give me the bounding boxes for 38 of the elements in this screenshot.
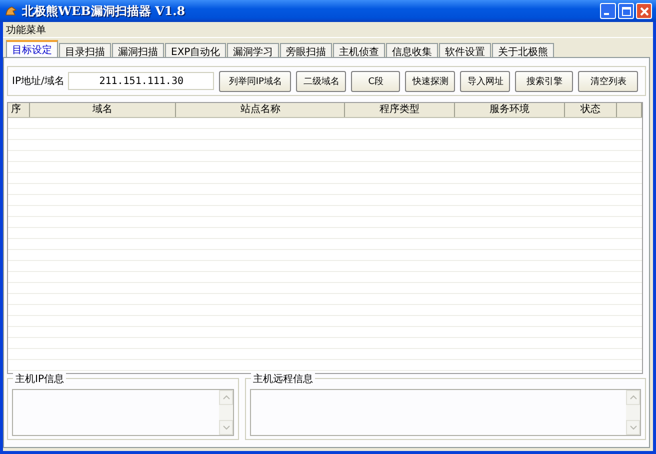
tab[interactable]: 漏洞扫描 (112, 43, 164, 58)
minimize-button[interactable] (600, 3, 616, 19)
info-text-area[interactable] (250, 389, 641, 436)
tab[interactable]: 信息收集 (386, 43, 438, 58)
close-icon (640, 6, 648, 16)
action-button[interactable]: 列举同IP域名 (219, 70, 292, 92)
target-field[interactable]: 211.151.111.30 (68, 72, 214, 90)
maximize-button[interactable] (618, 3, 634, 19)
group-title: 主机远程信息 (251, 372, 315, 386)
column-header[interactable]: 域名 (30, 103, 176, 117)
tab[interactable]: 旁眼扫描 (280, 43, 332, 58)
action-button[interactable]: C段 (351, 70, 400, 92)
scrollbar[interactable] (626, 390, 640, 435)
column-header[interactable]: 序 (8, 103, 30, 117)
group-title: 主机IP信息 (13, 372, 66, 386)
column-header[interactable]: 站点名称 (176, 103, 346, 117)
maximize-icon (622, 6, 630, 16)
column-header[interactable]: 状态 (565, 103, 618, 117)
target-label: IP地址/域名 (12, 74, 64, 88)
column-header[interactable]: 服务环境 (454, 103, 566, 117)
action-button[interactable]: 快速探测 (405, 70, 456, 92)
info-text-area[interactable] (12, 389, 234, 436)
tab[interactable]: 软件设置 (439, 43, 492, 58)
tab[interactable]: EXP自动化 (165, 43, 226, 58)
minimize-icon (604, 13, 609, 15)
action-button[interactable]: 导入网址 (460, 70, 510, 92)
close-button[interactable] (636, 3, 652, 19)
tab[interactable]: 漏洞学习 (227, 43, 280, 58)
action-button[interactable]: 清空列表 (578, 70, 638, 92)
window-title: 北极熊WEB漏洞扫描器 V1.8 (22, 2, 186, 20)
tab[interactable]: 关于北极熊 (492, 43, 554, 58)
scrollbar[interactable] (219, 390, 233, 435)
tab[interactable]: 目录扫描 (59, 43, 111, 58)
column-header[interactable]: 程序类型 (345, 103, 455, 117)
action-button[interactable]: 二级域名 (296, 70, 346, 92)
menu-item[interactable]: 功能菜单 (6, 22, 46, 36)
action-button[interactable]: 搜索引擎 (515, 70, 574, 92)
tab[interactable]: 主机侦查 (333, 43, 386, 58)
